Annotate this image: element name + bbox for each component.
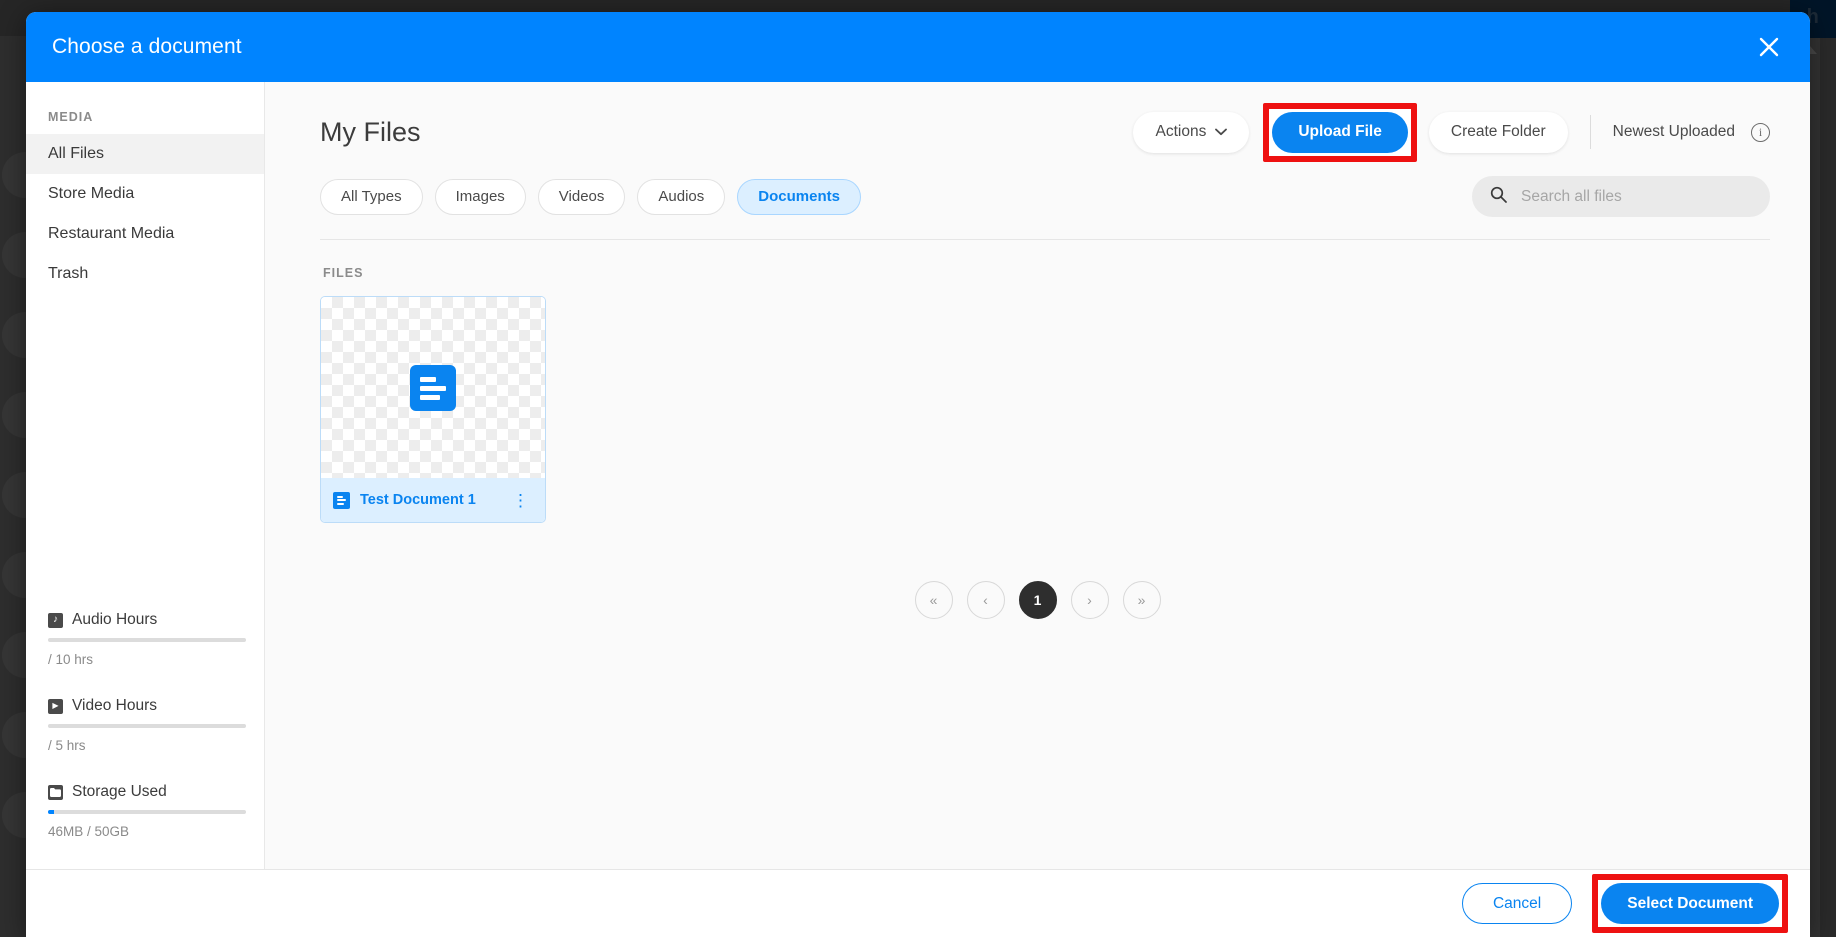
kebab-menu-icon[interactable]: ⋮ [508, 492, 533, 509]
media-sidebar: MEDIA All Files Store Media Restaurant M… [26, 82, 265, 869]
quota-value: / 10 hrs [48, 652, 94, 667]
modal-footer: Cancel Select Document [26, 869, 1810, 937]
quota-progress-bar [48, 638, 246, 642]
quota-header: ▶ Video Hours [48, 697, 242, 715]
filter-chip-all-types[interactable]: All Types [320, 178, 423, 215]
title-row: My Files Actions Upload File Create Fold… [320, 102, 1770, 162]
quota-panel: ♪ Audio Hours / 10 hrs ▶ Video Hours / 5… [26, 611, 264, 869]
toolbar-divider [1589, 115, 1591, 149]
main-toolbar-area: My Files Actions Upload File Create Fold… [265, 82, 1810, 240]
type-filter-row: All Types Images Videos Audios Documents [320, 176, 1770, 217]
chevron-down-icon [1215, 123, 1228, 141]
modal-body: MEDIA All Files Store Media Restaurant M… [26, 82, 1810, 869]
cancel-button[interactable]: Cancel [1461, 883, 1573, 924]
quota-storage-used: Storage Used 46MB / 50GB [48, 783, 246, 839]
choose-document-modal: Choose a document MEDIA All Files Store … [26, 12, 1810, 937]
info-icon[interactable]: i [1751, 122, 1770, 142]
sidebar-item-store-media[interactable]: Store Media [26, 174, 264, 214]
filter-chip-audios[interactable]: Audios [637, 178, 726, 215]
select-document-highlight: Select Document [1592, 874, 1788, 933]
quota-audio-hours: ♪ Audio Hours / 10 hrs [48, 611, 246, 667]
pagination: « ‹ 1 › » [320, 581, 1755, 619]
upload-file-highlight: Upload File [1263, 102, 1417, 162]
upload-file-button[interactable]: Upload File [1272, 111, 1408, 153]
main-panel: My Files Actions Upload File Create Fold… [265, 82, 1810, 869]
modal-title: Choose a document [52, 35, 242, 58]
quota-header: Storage Used [48, 783, 242, 801]
quota-progress-bar [48, 724, 246, 728]
file-card-footer: Test Document 1 ⋮ [321, 478, 545, 522]
sidebar-item-restaurant-media[interactable]: Restaurant Media [26, 214, 264, 254]
quota-value: 46MB / 50GB [48, 824, 130, 839]
search-box[interactable] [1472, 176, 1770, 217]
close-icon[interactable] [1752, 30, 1786, 64]
file-card[interactable]: Test Document 1 ⋮ [320, 296, 546, 523]
sidebar-item-label: Restaurant Media [48, 225, 175, 242]
quota-video-hours: ▶ Video Hours / 5 hrs [48, 697, 246, 753]
sidebar-item-label: Trash [48, 265, 89, 282]
pagination-prev-button[interactable]: ‹ [966, 581, 1005, 619]
sort-control[interactable]: Newest Uploaded i [1612, 122, 1770, 142]
quota-progress-bar [48, 810, 246, 814]
pagination-next-button[interactable]: › [1070, 581, 1109, 619]
quota-label: Video Hours [72, 697, 158, 714]
files-area: FILES Test Document 1 ⋮ « ‹ 1 › » [265, 240, 1810, 869]
search-input[interactable] [1521, 187, 1752, 206]
sidebar-item-trash[interactable]: Trash [26, 254, 264, 294]
filter-chip-documents[interactable]: Documents [737, 178, 861, 215]
search-icon [1490, 186, 1507, 208]
sidebar-item-label: All Files [48, 145, 105, 162]
sidebar-item-all-files[interactable]: All Files [26, 134, 264, 174]
modal-header: Choose a document [26, 12, 1810, 82]
music-note-icon: ♪ [48, 612, 63, 628]
quota-progress-fill [48, 810, 54, 814]
create-folder-label: Create Folder [1450, 123, 1546, 140]
document-icon [410, 364, 456, 411]
play-icon: ▶ [48, 698, 63, 714]
folder-icon [48, 784, 63, 800]
backdrop-right-edge [1820, 38, 1836, 937]
sidebar-section-label: MEDIA [48, 110, 94, 124]
quota-header: ♪ Audio Hours [48, 611, 242, 629]
select-document-button[interactable]: Select Document [1601, 883, 1779, 924]
sidebar-item-label: Store Media [48, 185, 135, 202]
page-title: My Files [320, 116, 421, 147]
actions-button[interactable]: Actions [1133, 111, 1250, 153]
create-folder-button[interactable]: Create Folder [1428, 111, 1568, 153]
quota-label: Audio Hours [72, 611, 158, 628]
quota-label: Storage Used [72, 783, 167, 800]
filter-chip-videos[interactable]: Videos [537, 178, 626, 215]
sort-label: Newest Uploaded [1612, 123, 1735, 140]
files-section-label: FILES [323, 266, 364, 280]
document-icon [333, 491, 350, 509]
pagination-page-1[interactable]: 1 [1018, 581, 1057, 619]
pagination-first-button[interactable]: « [914, 581, 953, 619]
filter-chip-images[interactable]: Images [434, 178, 526, 215]
quota-value: / 5 hrs [48, 738, 86, 753]
pagination-last-button[interactable]: » [1122, 581, 1161, 619]
toolbar: Actions Upload File Create Folder Newest… [1133, 102, 1770, 162]
actions-label: Actions [1155, 123, 1207, 140]
file-name: Test Document 1 [360, 492, 476, 508]
file-thumbnail [321, 297, 545, 478]
